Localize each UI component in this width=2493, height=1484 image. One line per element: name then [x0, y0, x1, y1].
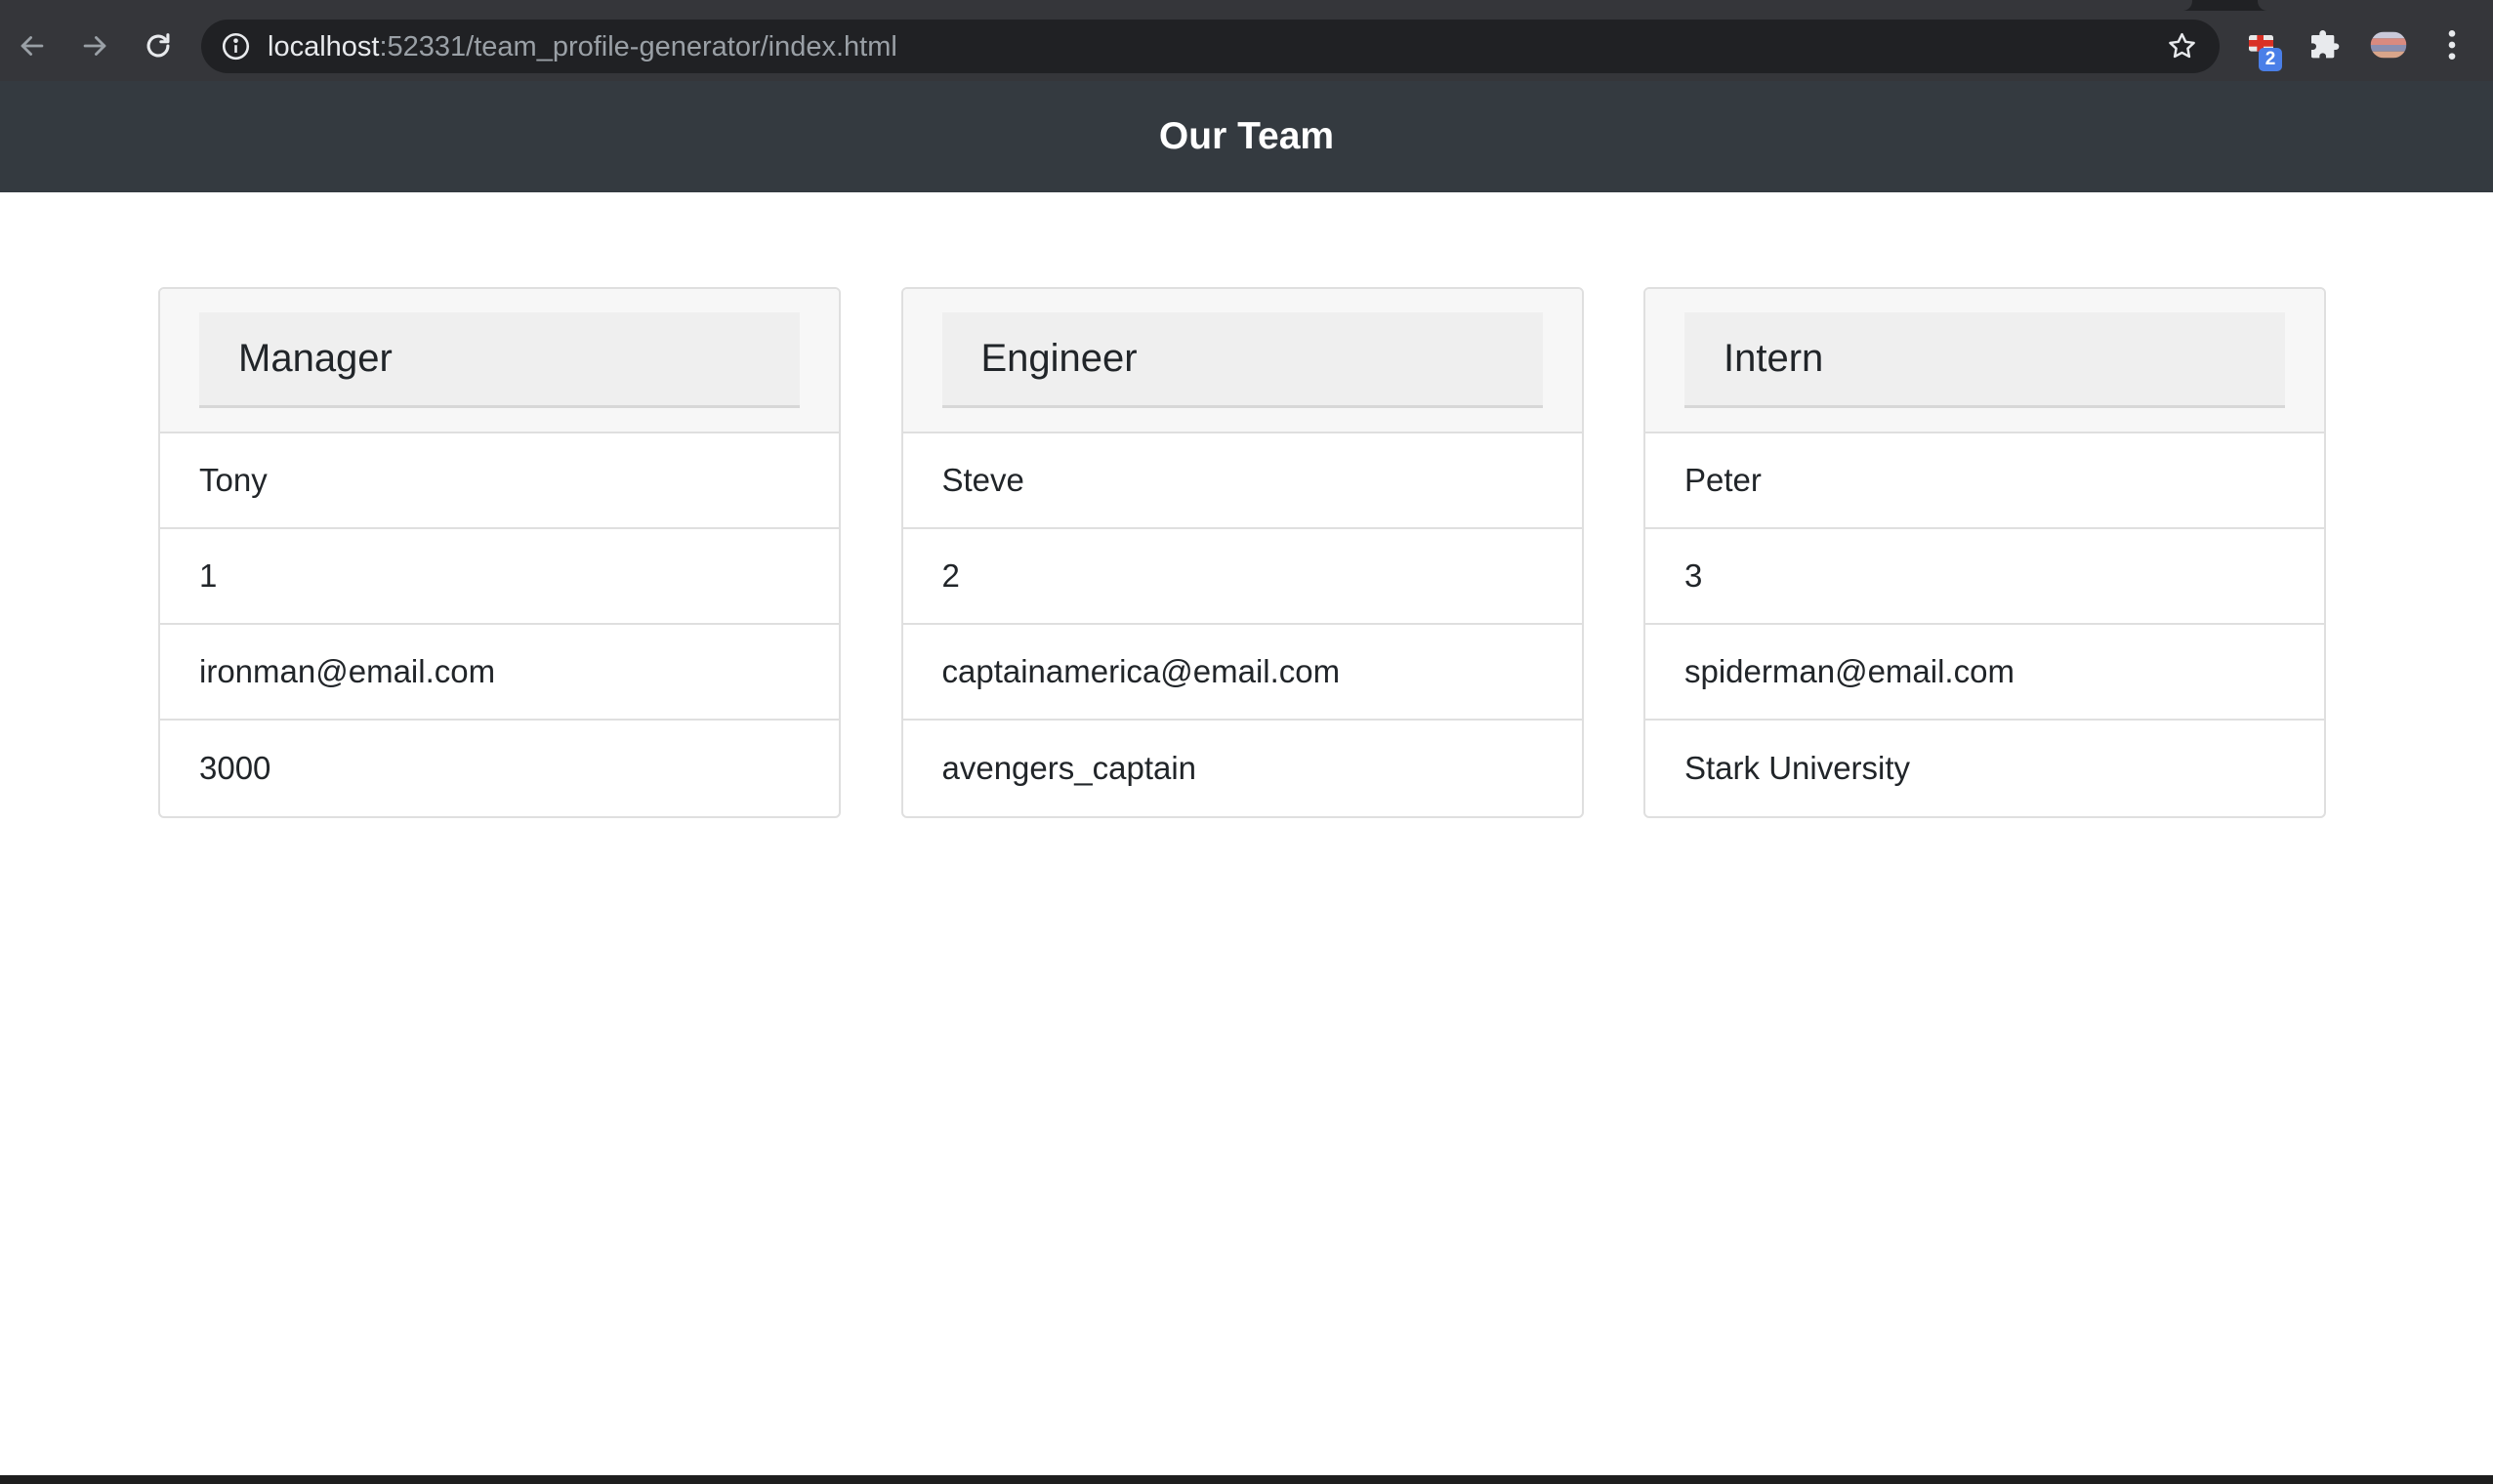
intern-card: Intern Peter 3 spiderman@email.com Stark… [1643, 287, 2326, 818]
reload-icon [146, 33, 170, 58]
page-viewport: Our Team Manager Tony 1 ironman@email.co… [0, 81, 2493, 1475]
name-field: Tony [160, 433, 839, 529]
github-field: avengers_captain [941, 750, 1197, 786]
page-title: Our Team [1158, 115, 1335, 157]
role-title: Manager [238, 337, 393, 380]
school-field: Stark University [1684, 750, 1911, 786]
browser-toolbar: localhost:52331/team_profile-generator/i… [0, 0, 2493, 81]
more-menu-icon[interactable] [2437, 25, 2467, 64]
forward-button[interactable] [70, 21, 119, 70]
card-header: Manager [160, 289, 839, 433]
office-number-field: 3000 [199, 750, 271, 786]
role-box: Intern [1684, 312, 2285, 408]
profile-avatar-icon[interactable] [2369, 25, 2408, 64]
url-text[interactable]: localhost:52331/team_profile-generator/i… [268, 30, 897, 63]
engineer-card: Engineer Steve 2 captainamerica@email.co… [900, 287, 1584, 818]
email-field: captainamerica@email.com [902, 625, 1582, 721]
role-box: Engineer [941, 312, 1543, 408]
active-tab-edge[interactable] [0, 0, 2192, 11]
role-title: Engineer [980, 337, 1138, 380]
id-field: 3 [1645, 529, 2324, 625]
card-header: Engineer [902, 289, 1582, 433]
bookmark-star-icon[interactable] [2166, 30, 2198, 62]
id-field: 1 [160, 529, 839, 625]
url-path: :52331/team_profile-generator/index.html [379, 31, 897, 62]
extension-badge: 2 [2259, 48, 2282, 71]
team-cards: Manager Tony 1 ironman@email.com 3000 En… [158, 287, 2326, 818]
puzzle-icon[interactable] [2306, 25, 2346, 64]
arrow-left-icon [21, 36, 44, 56]
name-field: Steve [902, 433, 1582, 529]
email-field: ironman@email.com [160, 625, 839, 721]
manager-card: Manager Tony 1 ironman@email.com 3000 [158, 287, 841, 818]
name-field: Peter [1645, 433, 2324, 529]
email-field: spiderman@email.com [1645, 625, 2324, 721]
info-icon[interactable] [221, 31, 251, 62]
bottom-panel-edge [0, 1475, 2493, 1484]
url-host: localhost [268, 31, 380, 62]
reload-button[interactable] [134, 21, 183, 70]
back-button[interactable] [8, 21, 57, 70]
id-field: 2 [902, 529, 1582, 625]
role-box: Manager [199, 312, 800, 408]
card-header: Intern [1645, 289, 2324, 433]
tab-edge[interactable] [2258, 0, 2493, 11]
address-bar[interactable]: localhost:52331/team_profile-generator/i… [201, 20, 2220, 73]
role-title: Intern [1724, 337, 1824, 380]
arrow-right-icon [83, 36, 106, 56]
tab-strip [0, 0, 2493, 11]
page-header: Our Team [0, 81, 2493, 192]
